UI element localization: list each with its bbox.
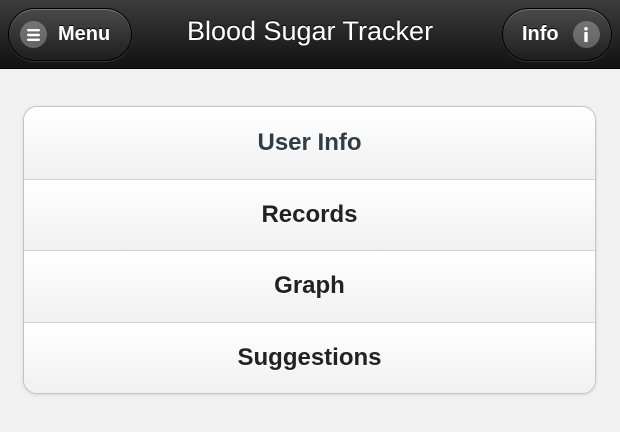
nav-item-records[interactable]: Records bbox=[24, 178, 595, 250]
page-title: Blood Sugar Tracker bbox=[186, 16, 434, 46]
nav-item-label: Graph bbox=[274, 272, 345, 300]
nav-item-label: Records bbox=[261, 200, 358, 228]
menu-button[interactable]: Menu bbox=[8, 8, 132, 61]
nav-item-suggestions[interactable]: Suggestions bbox=[24, 321, 595, 393]
app-header: Menu Blood Sugar Tracker Info bbox=[0, 0, 620, 69]
nav-item-graph[interactable]: Graph bbox=[24, 250, 595, 322]
info-icon bbox=[572, 21, 600, 48]
hamburger-icon bbox=[20, 21, 47, 48]
nav-item-user-info[interactable]: User Info bbox=[24, 107, 595, 179]
menu-button-label: Menu bbox=[58, 23, 111, 45]
nav-item-label: User Info bbox=[257, 128, 362, 156]
nav-item-label: Suggestions bbox=[237, 343, 382, 371]
nav-list: User Info Records Graph Suggestions bbox=[23, 106, 596, 394]
info-button[interactable]: Info bbox=[502, 8, 612, 61]
info-button-label: Info bbox=[522, 23, 559, 45]
